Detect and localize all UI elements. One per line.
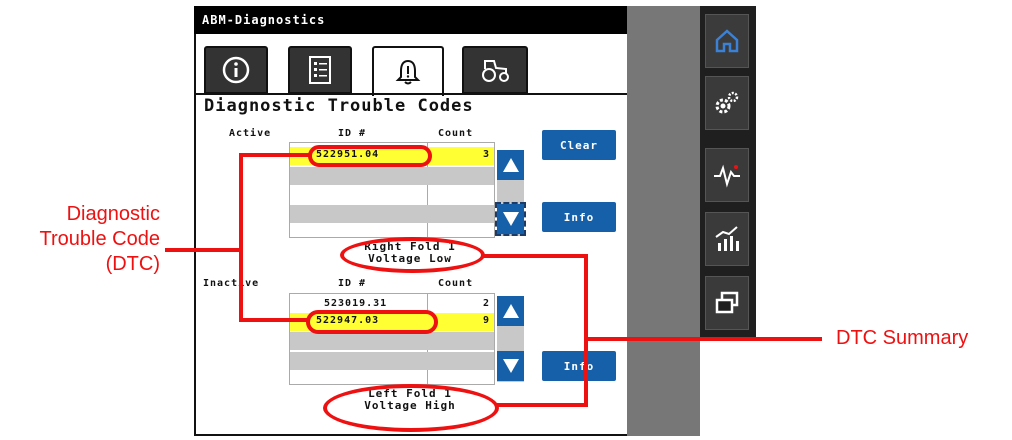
- callout-line: Trouble Code: [39, 228, 160, 250]
- dtc-highlight-circle: [306, 310, 438, 334]
- dtc-highlight-circle: [308, 145, 432, 167]
- dtc-summary-callout-label: DTC Summary: [836, 327, 969, 349]
- dtc-callout-label: Diagnostic Trouble Code (DTC): [40, 202, 160, 277]
- callout-line: Diagnostic: [66, 203, 160, 225]
- summary-highlight-circle: [323, 384, 499, 432]
- callout-line: (DTC): [105, 253, 160, 275]
- summary-highlight-circle: [340, 237, 485, 273]
